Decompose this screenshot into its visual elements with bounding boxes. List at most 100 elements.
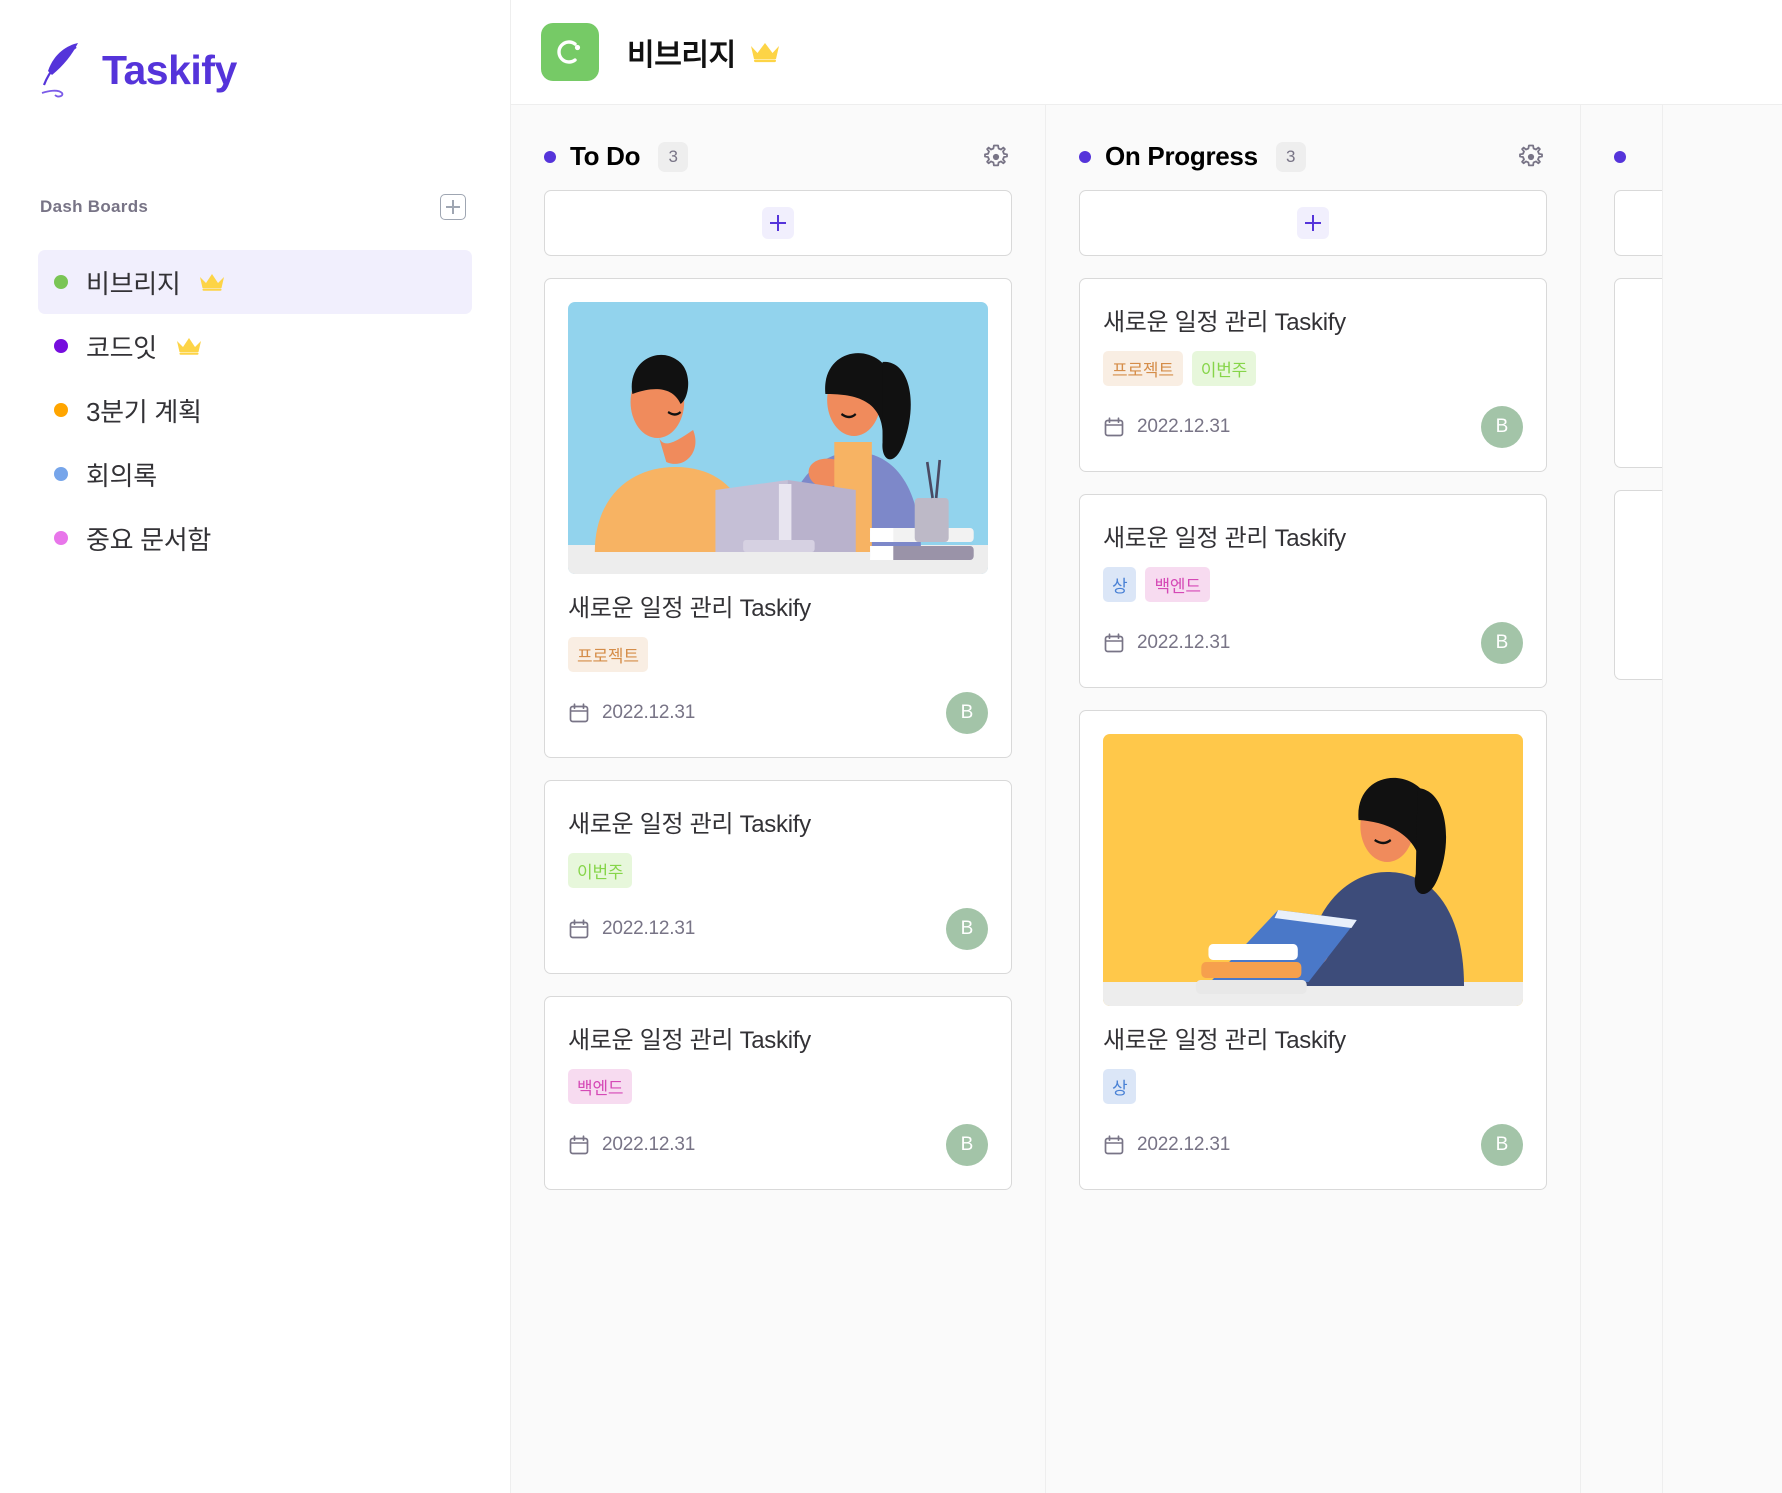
dashboards-label: Dash Boards [40, 197, 149, 216]
calendar-icon [1103, 632, 1125, 654]
card-due-date: 2022.12.31 [602, 918, 696, 939]
add-card-button[interactable] [1079, 190, 1547, 256]
dashboards-header: Dash Boards [38, 194, 472, 220]
card-title: 새로운 일정 관리 Taskify [1103, 1027, 1346, 1054]
kanban-columns: To Do 3 새로운 일정 관리 Taskify 프로젝트 2022.12.31 B 새로… [511, 105, 1782, 1493]
calendar-icon [1103, 1134, 1125, 1156]
card-footer: 2022.12.31 B [568, 1124, 988, 1166]
card-due-date: 2022.12.31 [602, 702, 696, 723]
sidebar-item-3[interactable]: 3분기 계획 [38, 378, 472, 442]
gear-icon[interactable] [1515, 141, 1547, 173]
task-card[interactable]: 새로운 일정 관리 Taskify 프로젝트 이번주 2022.12.31 B [1079, 278, 1547, 472]
plus-square-icon[interactable] [440, 194, 466, 220]
card-tag: 이번주 [568, 853, 633, 888]
task-card[interactable]: 새로운 일정 관리 Taskify 상 2022.12.31 B [1079, 710, 1547, 1190]
kanban-column-2: On Progress 3 새로운 일정 관리 Taskify 프로젝트 이번주 2022… [1046, 105, 1581, 1493]
card-title: 새로운 일정 관리 Taskify [568, 811, 811, 838]
crown-icon [748, 40, 782, 64]
card-title: 새로운 일정 관리 Taskify [1103, 309, 1346, 336]
calendar-icon [568, 702, 590, 724]
sidebar-item-label: 중요 문서함 [86, 524, 212, 555]
task-card[interactable]: 새로운 일정 관리 Taskify 프로젝트 2022.12.31 B [544, 278, 1012, 758]
card-due-date: 2022.12.31 [602, 1134, 696, 1155]
board-color-dot [54, 339, 68, 353]
calendar-icon [1103, 416, 1125, 438]
calendar-icon [568, 918, 590, 940]
plus-icon [1297, 207, 1329, 239]
column-header: On Progress 3 [1079, 105, 1547, 190]
card-tag: 이번주 [1191, 351, 1257, 386]
column-title: On Progress [1105, 141, 1258, 171]
card-footer: 2022.12.31 B [568, 908, 988, 950]
avatar[interactable]: B [946, 692, 988, 734]
avatar[interactable]: B [1481, 1124, 1523, 1166]
calendar-icon [568, 1134, 590, 1156]
board-color-dot [54, 467, 68, 481]
card-tag-row: 백엔드 [568, 1069, 988, 1104]
card-tag-row: 상 백엔드 [1103, 567, 1523, 602]
add-card-button[interactable] [544, 190, 1012, 256]
card-thumbnail [568, 302, 988, 574]
brand-logo[interactable]: Taskify [38, 0, 472, 112]
card-tag: 상 [1103, 567, 1137, 602]
column-count-badge: 3 [658, 141, 689, 172]
card-tag: 프로젝트 [568, 637, 648, 672]
task-card[interactable] [1614, 278, 1662, 468]
board-color-dot [54, 531, 68, 545]
task-card[interactable]: 새로운 일정 관리 Taskify 이번주 2022.12.31 B [544, 780, 1012, 974]
brand-name: Taskify [102, 46, 237, 93]
column-status-dot [544, 150, 556, 163]
board-color-dot [54, 275, 68, 289]
card-tag: 상 [1103, 1069, 1137, 1104]
column-count-badge: 3 [1275, 141, 1306, 172]
avatar[interactable]: B [1481, 406, 1523, 448]
card-title: 새로운 일정 관리 Taskify [568, 1027, 811, 1054]
feather-quill-icon [38, 41, 92, 99]
kanban-column-3-partial [1581, 105, 1663, 1493]
sidebar-item-2[interactable]: 코드잇 [38, 314, 472, 378]
column-header [1614, 105, 1662, 190]
card-footer: 2022.12.31 B [1103, 622, 1523, 664]
avatar[interactable]: B [1481, 622, 1523, 664]
kanban-column-1: To Do 3 새로운 일정 관리 Taskify 프로젝트 2022.12.31 B 새로… [511, 105, 1046, 1493]
avatar[interactable]: B [946, 1124, 988, 1166]
card-tag: 백엔드 [1145, 567, 1210, 602]
crown-icon [175, 336, 203, 356]
card-thumbnail [1103, 734, 1523, 1006]
card-tag-row: 프로젝트 [568, 637, 988, 672]
sidebar-item-label: 코드잇 [86, 332, 157, 363]
task-card[interactable]: 새로운 일정 관리 Taskify 상 백엔드 2022.12.31 B [1079, 494, 1547, 688]
board-color-dot [54, 403, 68, 417]
column-status-dot [1614, 150, 1626, 163]
card-tag-row: 상 [1103, 1069, 1523, 1104]
comma-circle-icon [541, 23, 599, 81]
card-footer: 2022.12.31 B [1103, 406, 1523, 448]
card-due-date: 2022.12.31 [1137, 1134, 1231, 1155]
card-tag-row: 이번주 [568, 853, 988, 888]
avatar[interactable]: B [946, 908, 988, 950]
card-tag: 백엔드 [568, 1069, 633, 1104]
plus-icon [762, 207, 794, 239]
sidebar-item-1[interactable]: 비브리지 [38, 250, 472, 314]
topbar: 비브리지 [511, 0, 1782, 105]
sidebar-item-4[interactable]: 회의록 [38, 442, 472, 506]
main-area: 비브리지 To Do 3 새로운 일정 관리 Taskify 프로젝트 2022.12.… [511, 0, 1782, 1493]
page-title: 비브리지 [627, 39, 736, 72]
card-tag: 프로젝트 [1103, 351, 1183, 386]
task-card[interactable] [1614, 490, 1662, 680]
column-header: To Do 3 [544, 105, 1012, 190]
sidebar: Taskify Dash Boards 비브리지코드잇 3분기 계획회의록중요 문… [0, 0, 511, 1493]
add-card-button[interactable] [1614, 190, 1662, 256]
task-card[interactable]: 새로운 일정 관리 Taskify 백엔드 2022.12.31 B [544, 996, 1012, 1190]
card-tag-row: 프로젝트 이번주 [1103, 351, 1523, 386]
sidebar-item-5[interactable]: 중요 문서함 [38, 506, 472, 570]
board-list: 비브리지코드잇 3분기 계획회의록중요 문서함 [38, 250, 472, 570]
crown-icon [198, 272, 226, 292]
sidebar-item-label: 비브리지 [86, 268, 181, 299]
sidebar-item-label: 회의록 [86, 460, 157, 491]
card-due-date: 2022.12.31 [1137, 416, 1231, 437]
column-title: To Do [570, 141, 641, 171]
card-title: 새로운 일정 관리 Taskify [568, 595, 811, 622]
gear-icon[interactable] [980, 141, 1012, 173]
card-footer: 2022.12.31 B [568, 692, 988, 734]
